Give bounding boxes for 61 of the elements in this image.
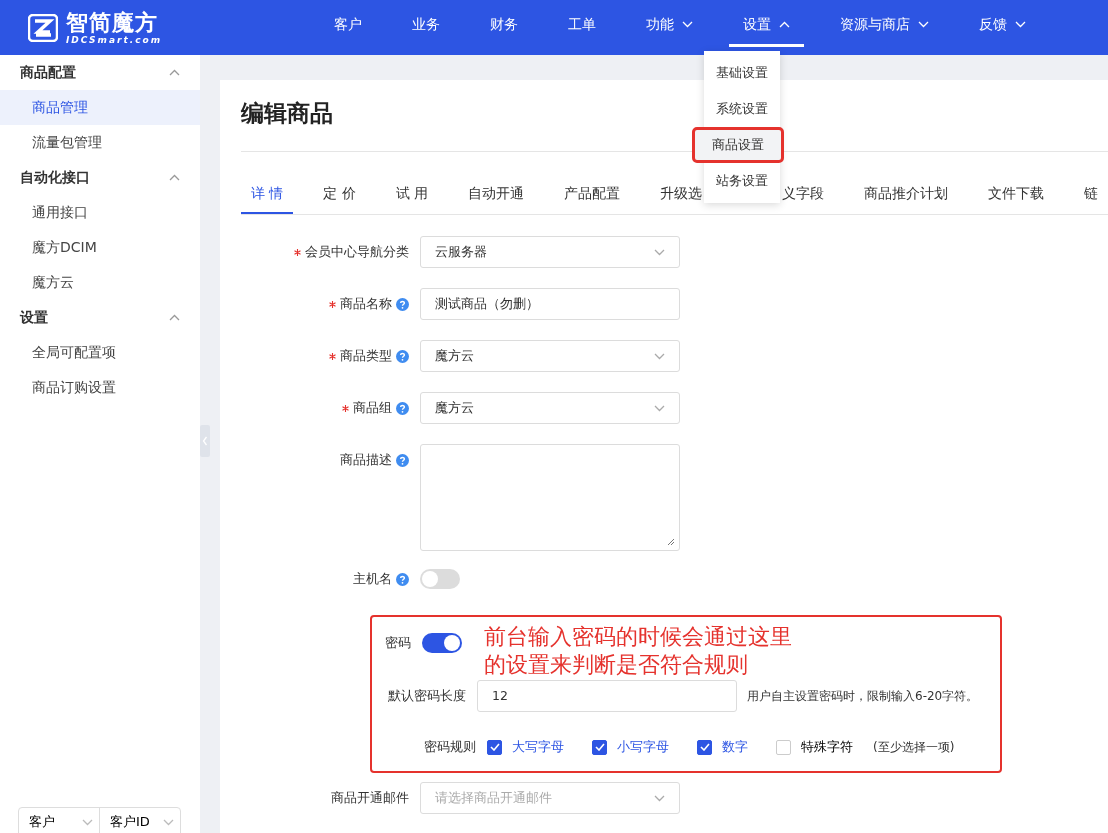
annotation-text: 前台输入密码的时候会通过这里 的设置来判断是否符合规则 — [484, 623, 792, 679]
tab[interactable]: 文件下载 — [978, 183, 1055, 214]
sidebar-item[interactable]: 商品管理 — [0, 90, 200, 125]
menu-item[interactable]: 站务设置 — [704, 163, 780, 199]
select-field[interactable]: 云服务器 — [420, 236, 680, 268]
nav-item[interactable]: 设置 — [729, 0, 804, 47]
select-field[interactable]: 魔方云 — [420, 340, 680, 372]
field-label: 商品描述 — [340, 451, 392, 469]
sidebar-group[interactable]: 自动化接口 — [0, 160, 200, 195]
chevron-icon — [654, 794, 665, 802]
collapse-handle[interactable] — [200, 425, 210, 457]
field-label: 商品开通邮件 — [331, 789, 409, 807]
field-label: 密码 — [384, 633, 412, 652]
field-label: 商品名称 — [340, 295, 392, 313]
field-label: 商品组 — [353, 399, 392, 417]
nav-item[interactable]: 财务 — [476, 0, 532, 47]
sidebar-group[interactable]: 设置 — [0, 300, 200, 335]
tab[interactable]: 商品推介计划 — [854, 183, 959, 214]
logo-text: 智简魔方 — [66, 10, 159, 35]
menu-item[interactable]: 基础设置 — [704, 55, 780, 91]
menu-item[interactable]: 商品设置 — [692, 127, 784, 163]
nav-item[interactable]: 业务 — [398, 0, 454, 47]
chevron-icon — [654, 352, 665, 360]
textarea-field[interactable] — [420, 444, 680, 551]
tab[interactable]: 链 — [1074, 183, 1108, 214]
field-label: 主机名 — [353, 570, 392, 588]
text-field[interactable]: 测试商品（勿删） — [420, 288, 680, 320]
logo-domain: IDCSmart.com — [66, 34, 163, 45]
tab[interactable]: 产品配置 — [554, 183, 631, 214]
field-label: 默认密码长度 — [387, 686, 467, 705]
tab[interactable]: 详 情 — [241, 183, 294, 214]
hint-text: 用户自主设置密码时，限制输入6-20字符。 — [747, 688, 979, 705]
toggle-switch[interactable] — [422, 633, 462, 653]
note-text: (至少选择一项) — [873, 739, 955, 756]
check-icon — [489, 743, 500, 751]
nav-item[interactable]: 客户 — [320, 0, 376, 47]
tab[interactable]: 自动开通 — [458, 183, 535, 214]
number-field[interactable]: 12 — [477, 680, 737, 712]
chevron-icon — [654, 404, 665, 412]
nav-item[interactable]: 资源与商店 — [826, 0, 943, 47]
checkbox[interactable]: 特殊字符 — [776, 737, 853, 757]
field-label: 密码规则 — [423, 737, 477, 756]
check-icon — [594, 743, 605, 751]
checkbox[interactable]: 小写字母 — [592, 737, 669, 757]
resize-icon — [667, 538, 675, 546]
checkbox[interactable]: 大写字母 — [487, 737, 564, 757]
check-icon — [699, 743, 710, 751]
chevron-icon — [654, 248, 665, 256]
logo-icon — [28, 13, 58, 42]
sidebar-group[interactable]: 商品配置 — [0, 55, 200, 90]
nav-item[interactable]: 功能 — [632, 0, 707, 47]
nav-item[interactable]: 工单 — [554, 0, 610, 47]
select-field[interactable]: 魔方云 — [420, 392, 680, 424]
menu-item[interactable]: 系统设置 — [704, 91, 780, 127]
field-label: 会员中心导航分类 — [305, 243, 409, 261]
checkbox[interactable]: 数字 — [697, 737, 748, 757]
tab[interactable]: 定 价 — [313, 183, 366, 214]
field-label: 商品类型 — [340, 347, 392, 365]
nav-item[interactable]: 反馈 — [965, 0, 1040, 47]
toggle-switch[interactable] — [420, 569, 460, 589]
tab[interactable]: 试 用 — [385, 183, 439, 214]
